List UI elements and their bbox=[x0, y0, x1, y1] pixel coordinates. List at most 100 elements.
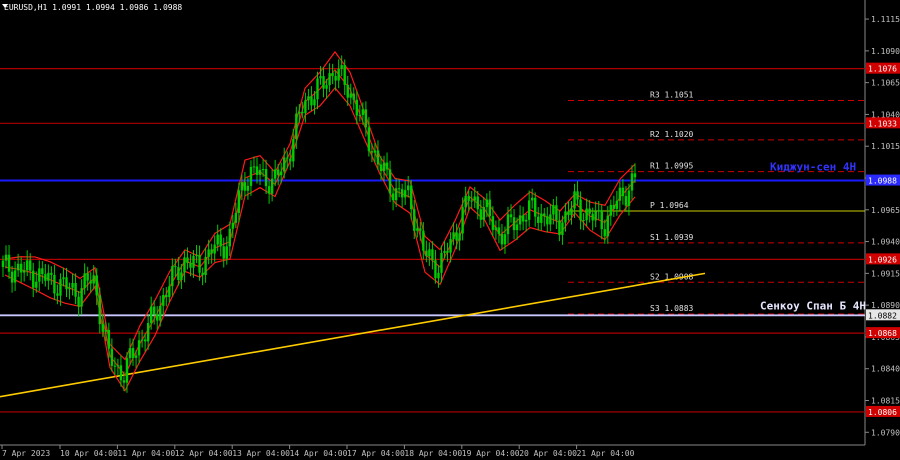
candle-body bbox=[240, 182, 244, 191]
candle-body bbox=[491, 216, 495, 230]
candle-body bbox=[603, 229, 606, 237]
candle-body bbox=[422, 230, 425, 251]
candle-body bbox=[83, 273, 86, 289]
candle-body bbox=[119, 365, 123, 381]
candle-body bbox=[497, 227, 501, 235]
candle-body bbox=[416, 228, 419, 231]
candle-body bbox=[343, 65, 346, 85]
candle-body bbox=[573, 191, 576, 209]
candle-body bbox=[304, 100, 307, 114]
candle-body bbox=[159, 305, 162, 321]
candle-body bbox=[156, 314, 159, 321]
candle-body bbox=[286, 157, 289, 159]
candle-body bbox=[370, 151, 374, 153]
candle-body bbox=[561, 222, 564, 235]
candle-body bbox=[391, 193, 395, 201]
senkou-span-b-label: Сенкоу Спан Б 4H bbox=[760, 299, 866, 312]
time-tick-label: 17 Apr 04:00 bbox=[347, 449, 405, 458]
candle-body bbox=[270, 178, 274, 194]
candle-body bbox=[261, 169, 265, 171]
candle-body bbox=[280, 171, 283, 176]
price-tick-label: 1.0940 bbox=[871, 238, 900, 247]
senkou-price-tag-label: 1.0882 bbox=[868, 311, 897, 320]
candle-body bbox=[292, 139, 295, 162]
candle-body bbox=[47, 272, 50, 281]
candle-body bbox=[22, 270, 26, 273]
candle-body bbox=[500, 234, 504, 245]
candle-body bbox=[243, 182, 247, 191]
candle-body bbox=[452, 232, 455, 240]
candle-body bbox=[494, 227, 498, 230]
candle-body bbox=[373, 150, 377, 153]
pivot-label: R3 1.1051 bbox=[650, 90, 694, 99]
candle-body bbox=[44, 274, 47, 281]
candle-body bbox=[624, 196, 628, 206]
candle-body bbox=[388, 169, 392, 194]
candle-body bbox=[488, 199, 492, 217]
candle-body bbox=[509, 214, 513, 218]
candle-body bbox=[56, 293, 59, 296]
candle-body bbox=[19, 263, 23, 273]
candle-body bbox=[246, 185, 250, 191]
candle-body bbox=[313, 99, 316, 106]
candle-body bbox=[479, 209, 482, 220]
candle-body bbox=[219, 234, 222, 247]
candle-body bbox=[331, 73, 334, 77]
candle-body bbox=[482, 207, 486, 220]
candle-body bbox=[50, 272, 53, 275]
candle-body bbox=[540, 213, 543, 223]
candle-body bbox=[385, 162, 389, 170]
candle-body bbox=[352, 93, 355, 100]
candle-body bbox=[440, 252, 443, 273]
candle-body bbox=[506, 214, 510, 235]
candle-body bbox=[201, 272, 204, 276]
candle-body bbox=[609, 204, 613, 216]
symbol-header: EURUSD,H1 1.0991 1.0994 1.0986 1.0988 bbox=[4, 3, 182, 12]
candle-body bbox=[579, 199, 582, 221]
candle-body bbox=[564, 211, 567, 223]
candle-body bbox=[234, 212, 238, 223]
candle-body bbox=[419, 228, 422, 231]
candle-body bbox=[612, 204, 616, 209]
pivot-label: S1 1.0939 bbox=[650, 233, 694, 242]
candle-body bbox=[149, 306, 153, 324]
candle-body bbox=[134, 355, 138, 358]
time-tick-label: 7 Apr 2023 bbox=[2, 449, 50, 458]
candle-body bbox=[92, 275, 95, 284]
candle-body bbox=[301, 111, 304, 114]
candle-body bbox=[35, 281, 38, 288]
candle-body bbox=[225, 246, 228, 259]
candle-body bbox=[273, 169, 277, 179]
candle-body bbox=[137, 340, 141, 356]
candle-body bbox=[428, 249, 431, 257]
candle-body bbox=[555, 205, 558, 221]
time-tick-label: 19 Apr 04:00 bbox=[462, 449, 520, 458]
candle-body bbox=[310, 96, 313, 106]
price-chart[interactable]: 1.11151.10901.10651.10401.10151.09901.09… bbox=[0, 0, 900, 460]
candle-body bbox=[588, 208, 591, 214]
candle-body bbox=[413, 209, 416, 231]
price-tick-label: 1.0890 bbox=[871, 301, 900, 310]
candle-body bbox=[464, 195, 467, 208]
candle-body bbox=[152, 306, 156, 315]
price-tick-label: 1.1065 bbox=[871, 79, 900, 88]
candle-body bbox=[101, 324, 104, 332]
candle-body bbox=[530, 197, 534, 201]
candle-body bbox=[606, 215, 609, 237]
candle-body bbox=[204, 256, 207, 276]
candle-body bbox=[295, 113, 298, 140]
candle-body bbox=[627, 190, 631, 206]
candle-body bbox=[461, 207, 464, 234]
candle-body bbox=[546, 216, 549, 225]
candle-body bbox=[358, 114, 362, 116]
candle-body bbox=[367, 127, 371, 152]
candle-body bbox=[364, 109, 368, 128]
candle-body bbox=[576, 191, 579, 200]
candle-body bbox=[382, 162, 386, 172]
candle-body bbox=[104, 329, 108, 332]
candle-body bbox=[594, 211, 597, 221]
candle-body bbox=[446, 250, 449, 253]
candle-body bbox=[537, 216, 540, 223]
candle-body bbox=[107, 329, 111, 349]
candle-body bbox=[455, 232, 458, 241]
